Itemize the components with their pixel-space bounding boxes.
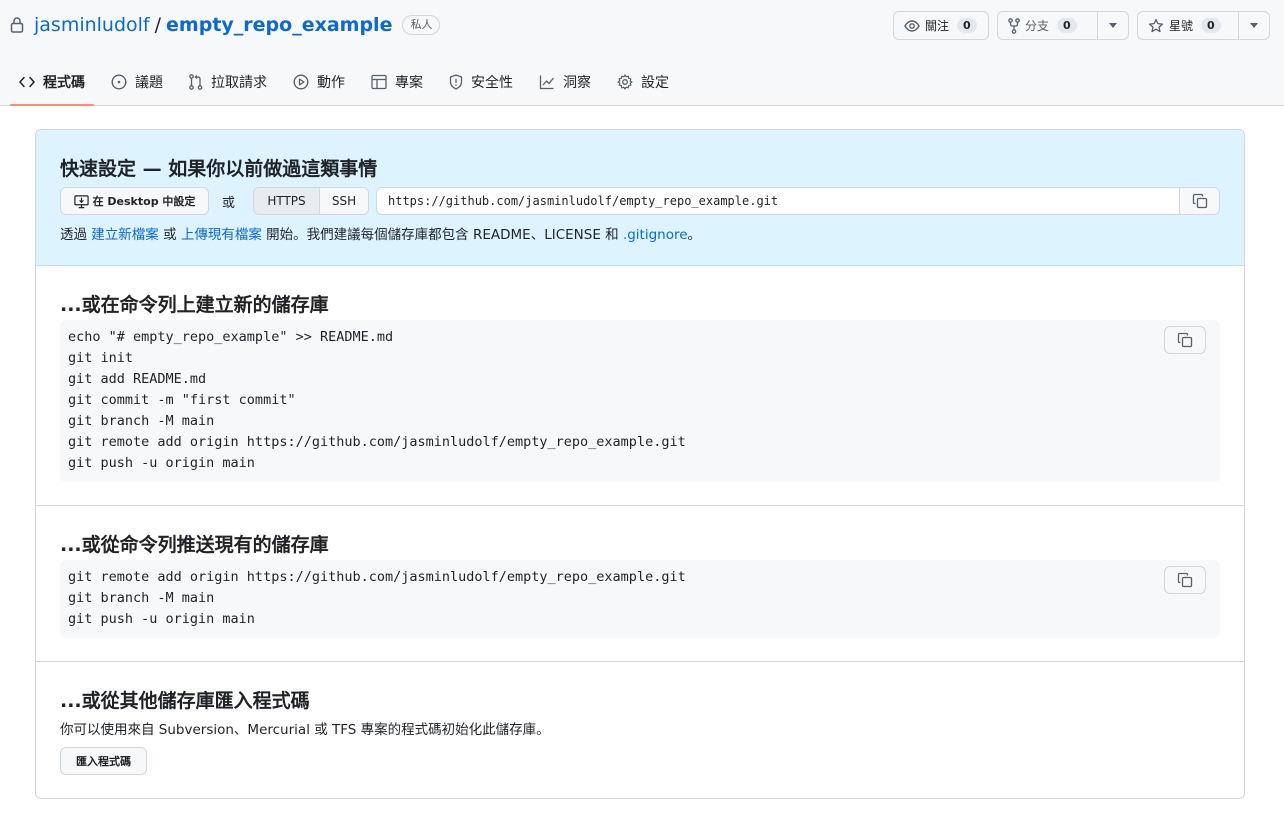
new-repo-code-block: echo "# empty_repo_example" >> README.md… (60, 320, 1220, 482)
hint-end: 。 (687, 227, 702, 243)
code-line: git init (68, 350, 134, 366)
new-repo-section: ...或在命令列上建立新的儲存庫 echo "# empty_repo_exam… (36, 266, 1244, 506)
repo-name-link[interactable]: empty_repo_example (166, 14, 392, 36)
empty-repo-setup-box: 快速設定 — 如果你以前做過這類事情 在 Desktop 中設定 或 HTTPS… (35, 129, 1245, 799)
copy-push-commands-button[interactable] (1164, 566, 1206, 594)
setup-in-desktop-button[interactable]: 在 Desktop 中設定 (60, 187, 209, 215)
tab-code[interactable]: 程式碼 (10, 62, 94, 106)
tab-insights[interactable]: 洞察 (530, 62, 600, 102)
code-line: git commit -m "first commit" (68, 392, 296, 408)
code-line: git push -u origin main (68, 455, 255, 471)
code-line: git push -u origin main (68, 611, 255, 627)
create-new-file-link[interactable]: 建立新檔案 (91, 227, 159, 243)
gear-icon (617, 74, 633, 90)
hint-or: 或 (158, 227, 181, 243)
repo-owner-link[interactable]: jasminludolf (34, 14, 150, 36)
tab-pull-requests[interactable]: 拉取請求 (180, 62, 276, 102)
copy-icon (1177, 332, 1193, 348)
fork-count: 0 (1057, 18, 1077, 33)
repo-nav-tabs: 程式碼 議題 拉取請求 動作 專案 安全性 洞察 設定 (10, 62, 686, 106)
hint-suffix: 開始。我們建議每個儲存庫都包含 README、LICENSE 和 (261, 227, 623, 243)
star-icon (1148, 18, 1164, 32)
tab-label: 專案 (395, 75, 423, 91)
tab-label: 程式碼 (43, 75, 85, 91)
lock-icon (10, 16, 26, 34)
issue-opened-icon (111, 74, 127, 90)
tab-label: 安全性 (471, 75, 513, 91)
push-existing-code-block: git remote add origin https://github.com… (60, 560, 1220, 638)
copy-new-repo-commands-button[interactable] (1164, 326, 1206, 354)
star-label: 星號 (1169, 19, 1194, 33)
tab-label: 拉取請求 (211, 75, 267, 91)
play-icon (293, 74, 309, 90)
code-line: git branch -M main (68, 413, 215, 429)
code-line: git remote add origin https://github.com… (68, 434, 686, 450)
table-icon (371, 74, 387, 90)
repo-header: jasminludolf / empty_repo_example 私人 關注 … (0, 0, 1284, 106)
fork-button[interactable]: 分支 0 (998, 12, 1097, 39)
copy-icon (1177, 572, 1193, 588)
tab-label: 洞察 (563, 75, 591, 91)
watch-label: 關注 (925, 19, 950, 33)
upload-existing-file-link[interactable]: 上傳現有檔案 (181, 227, 262, 243)
code-line: git remote add origin https://github.com… (68, 569, 686, 585)
shield-icon (449, 74, 463, 90)
desktop-button-label: 在 Desktop 中設定 (92, 195, 196, 208)
repo-title: jasminludolf / empty_repo_example 私人 (10, 12, 441, 38)
push-existing-section: ...或從命令列推送現有的儲存庫 git remote add origin h… (36, 506, 1244, 662)
gitignore-link[interactable]: .gitignore (623, 227, 688, 243)
triangle-down-icon (1249, 23, 1258, 28)
tab-security[interactable]: 安全性 (440, 62, 522, 102)
tab-actions[interactable]: 動作 (284, 62, 354, 102)
protocol-toggle: HTTPS SSH (253, 187, 369, 215)
desktop-download-icon (73, 194, 89, 208)
tab-label: 動作 (317, 75, 345, 91)
triangle-down-icon (1108, 23, 1117, 28)
eye-icon (904, 19, 920, 32)
hint-prefix: 透過 (60, 227, 92, 243)
repo-forked-icon (1008, 17, 1020, 34)
tab-label: 議題 (135, 75, 163, 91)
quick-setup-panel: 快速設定 — 如果你以前做過這類事情 在 Desktop 中設定 或 HTTPS… (36, 130, 1244, 266)
fork-button-group: 分支 0 (997, 11, 1129, 40)
tab-label: 設定 (641, 75, 669, 91)
visibility-badge: 私人 (402, 15, 441, 35)
code-line: git branch -M main (68, 590, 215, 606)
push-existing-title: ...或從命令列推送現有的儲存庫 (60, 534, 329, 556)
import-code-button[interactable]: 匯入程式碼 (60, 747, 147, 775)
tab-issues[interactable]: 議題 (102, 62, 172, 102)
watch-count: 0 (957, 18, 977, 33)
fork-dropdown-button[interactable] (1096, 12, 1128, 39)
code-line: echo "# empty_repo_example" >> README.md (68, 329, 394, 345)
import-code-title: ...或從其他儲存庫匯入程式碼 (60, 690, 310, 712)
git-pull-request-icon (189, 74, 203, 90)
watch-button[interactable]: 關注 0 (893, 11, 989, 40)
quick-setup-hint: 透過 建立新檔案 或 上傳現有檔案 開始。我們建議每個儲存庫都包含 README… (60, 223, 701, 243)
quick-setup-title: 快速設定 — 如果你以前做過這類事情 (60, 158, 378, 180)
code-icon (19, 76, 35, 88)
clone-url-group (376, 187, 1220, 215)
import-code-description: 你可以使用來自 Subversion、Mercurial 或 TFS 專案的程式… (60, 722, 550, 738)
code-line: git add README.md (68, 371, 207, 387)
star-dropdown-button[interactable] (1237, 12, 1269, 39)
new-repo-title: ...或在命令列上建立新的儲存庫 (60, 294, 329, 316)
star-button[interactable]: 星號 0 (1138, 12, 1238, 39)
tab-projects[interactable]: 專案 (362, 62, 432, 102)
copy-icon (1192, 193, 1207, 209)
or-text: 或 (222, 196, 236, 211)
ssh-button[interactable]: SSH (320, 188, 368, 214)
clone-url-input[interactable] (377, 188, 1179, 214)
star-button-group: 星號 0 (1137, 11, 1270, 40)
graph-icon (539, 75, 555, 90)
https-button[interactable]: HTTPS (254, 188, 320, 214)
tab-settings[interactable]: 設定 (608, 62, 678, 102)
repo-separator: / (154, 14, 162, 36)
import-code-section: ...或從其他儲存庫匯入程式碼 你可以使用來自 Subversion、Mercu… (36, 662, 1244, 798)
star-count: 0 (1201, 18, 1221, 33)
fork-label: 分支 (1025, 19, 1050, 33)
copy-url-button[interactable] (1179, 188, 1219, 214)
